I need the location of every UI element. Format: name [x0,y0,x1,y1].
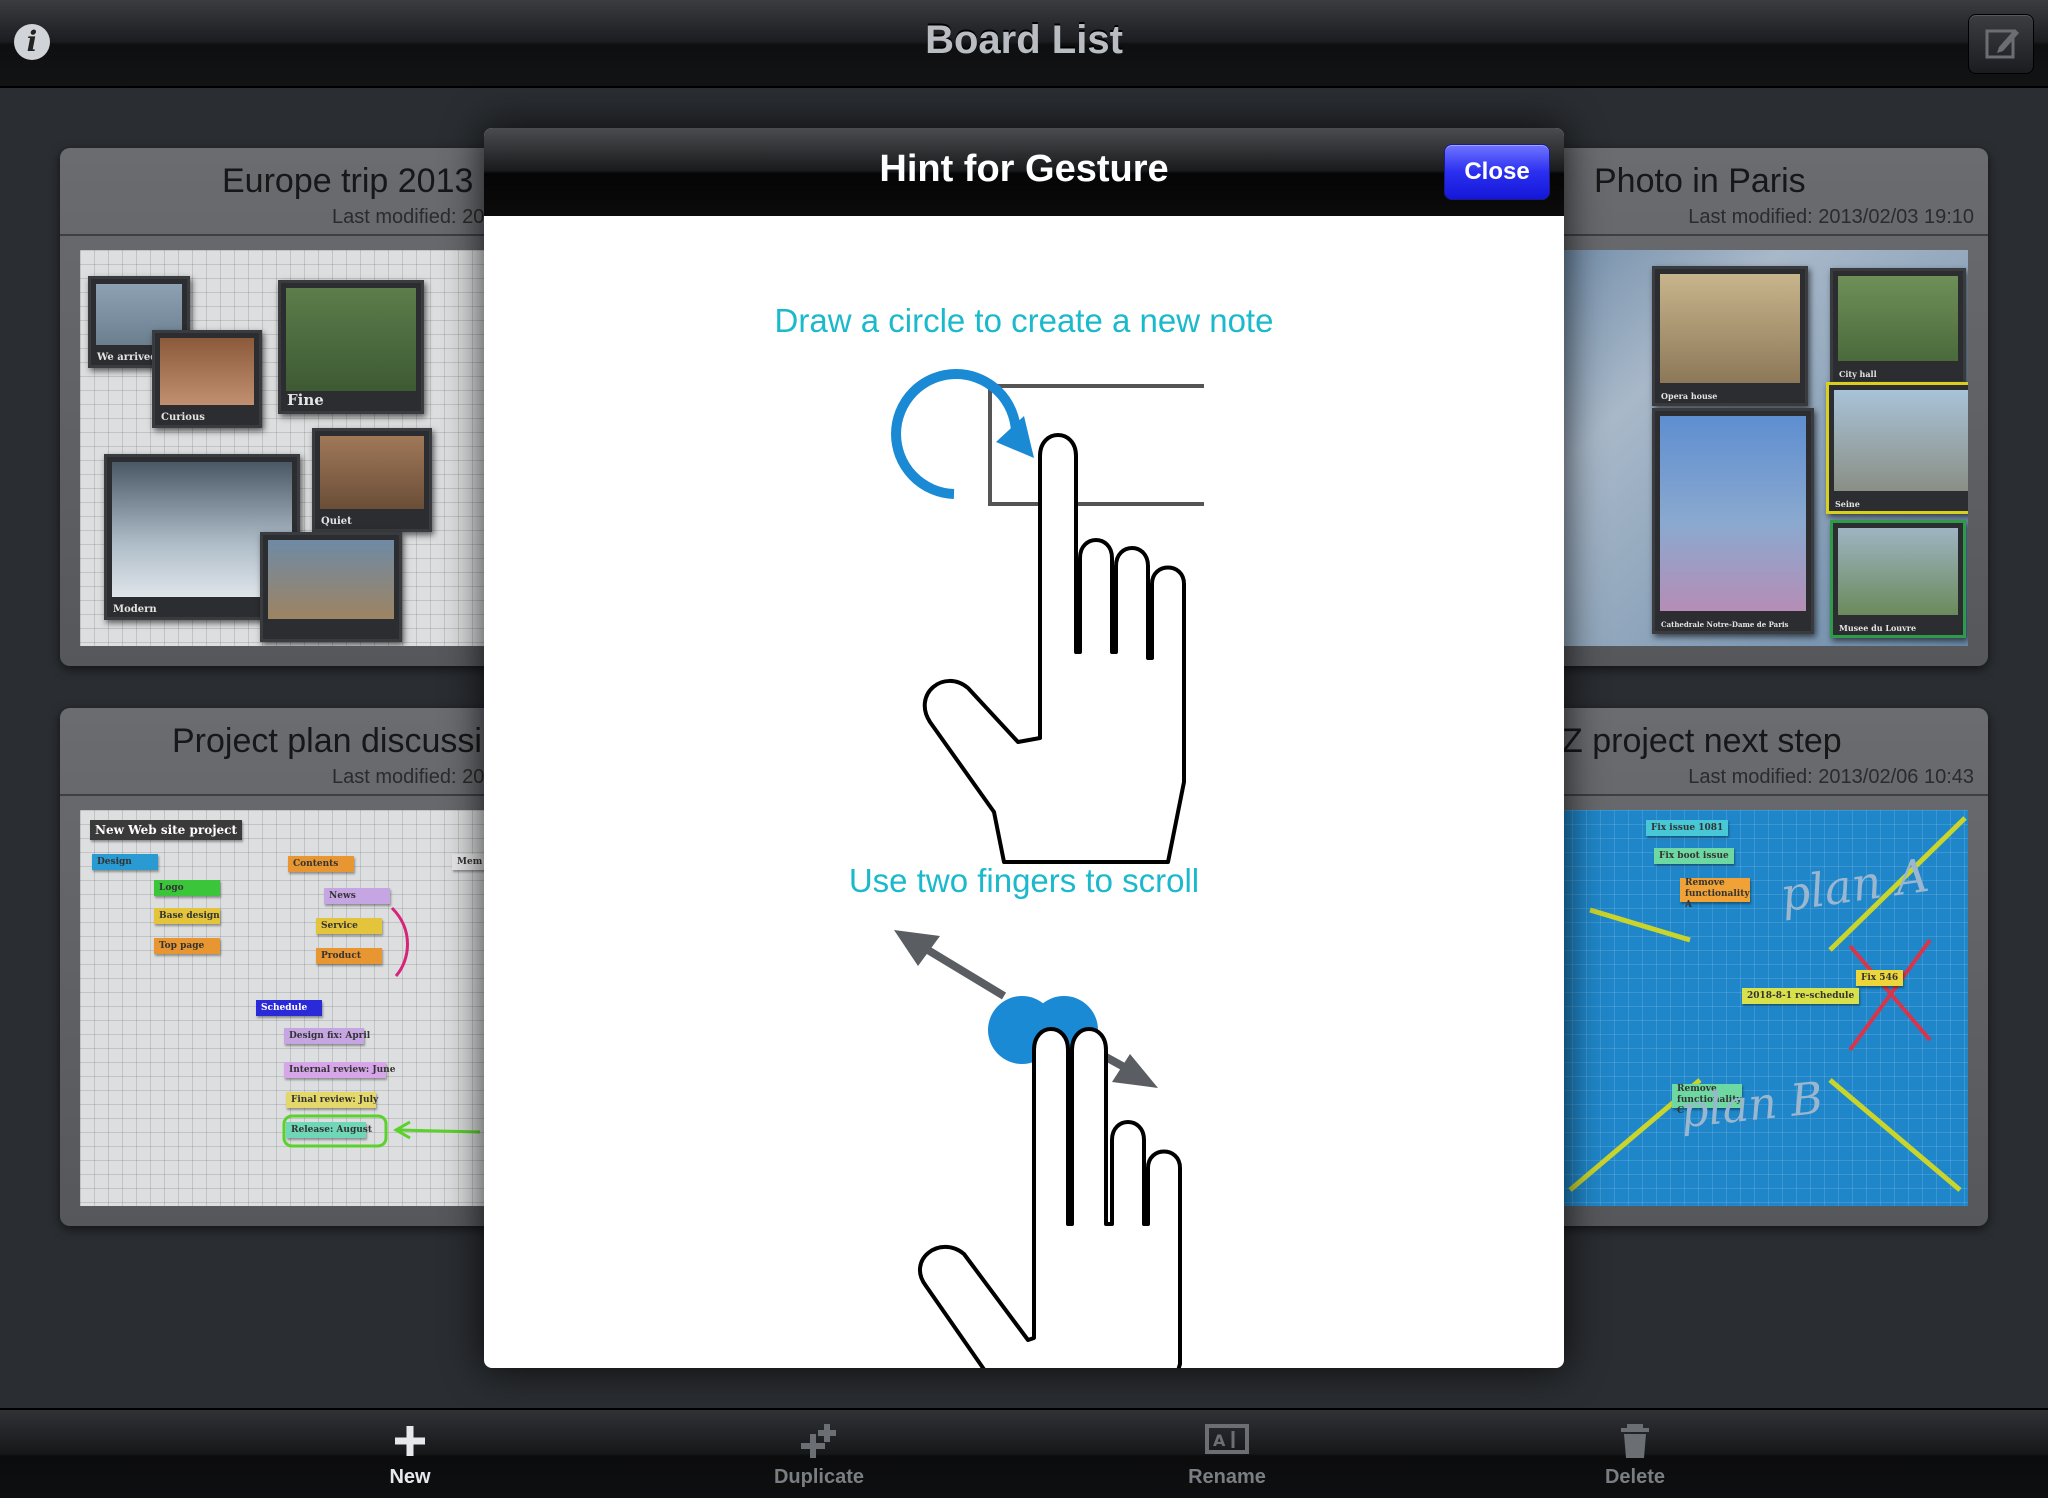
new-label: New [389,1466,431,1488]
compose-icon [1985,29,2019,59]
rename-icon: A [1205,1424,1249,1454]
rename-label: Rename [1188,1466,1266,1488]
bottom-toolbar: New Duplicate A Rename Delete [0,1408,2048,1498]
duplicate-icon [801,1424,836,1458]
compose-button[interactable] [1968,14,2034,74]
gesture-hint-dialog: Hint for Gesture Close Draw a circle to … [484,128,1564,1368]
photo-caption: Cathedrale Notre-Dame de Paris [1661,620,1789,629]
new-button[interactable]: New [310,1410,510,1498]
sticky-note: Remove functionality A [1680,878,1750,910]
board-title: Z project next step [1562,722,1842,760]
two-finger-scroll-illustration [894,930,1182,1368]
photo-caption: Modern [113,604,157,615]
photo-caption: Opera house [1661,391,1718,401]
photo-caption: Fine [287,391,324,409]
delete-label: Delete [1604,1466,1666,1488]
circle-gesture-illustration [891,369,1204,864]
photo-caption: City hall [1839,369,1877,379]
board-title: Europe trip 2013 [222,162,474,200]
dialog-header: Hint for Gesture Close [484,128,1564,216]
board-title: Project plan discussi [172,722,482,760]
photo-caption: Quiet [321,516,352,527]
photo-caption: Musee du Louvre [1839,623,1917,633]
photo-caption: Curious [161,412,205,423]
photo-card: Seine [1826,382,1968,514]
photo-card [260,532,402,642]
sticky-note: Fix 546 [1856,970,1904,986]
trash-icon [1621,1424,1649,1458]
close-button[interactable]: Close [1444,144,1550,200]
photo-card: Quiet [312,428,432,532]
photo-card: Fine [278,280,424,414]
rename-button[interactable]: A Rename [1127,1410,1327,1498]
photo-card: Cathedrale Notre-Dame de Paris [1652,408,1814,634]
board-last-modified: Last modified: 20 [332,206,485,228]
board-last-modified: Last modified: 20 [332,766,485,788]
svg-text:A: A [1213,1431,1226,1450]
sticky-note: Fix issue 1081 [1646,820,1729,836]
plus-icon [395,1426,425,1456]
photo-caption: Seine [1835,499,1860,509]
board-last-modified: Last modified: 2013/02/03 19:10 [1688,206,1974,228]
hint-draw-circle-text: Draw a circle to create a new note [774,302,1274,339]
dialog-title: Hint for Gesture [879,148,1169,190]
sticky-note: 2018-8-1 re-schedule [1742,988,1860,1004]
page-title: Board List [925,18,1123,62]
board-title: Photo in Paris [1594,162,1806,200]
duplicate-label: Duplicate [773,1466,865,1488]
photo-card: Curious [152,330,262,428]
duplicate-button[interactable]: Duplicate [719,1410,919,1498]
board-last-modified: Last modified: 2013/02/06 10:43 [1688,766,1974,788]
sticky-note: Fix boot issue [1654,848,1734,864]
photo-card: Opera house [1652,266,1808,406]
hint-two-finger-text: Use two fingers to scroll [848,862,1200,899]
photo-card: City hall [1830,268,1966,384]
photo-card: Musee du Louvre [1830,520,1966,638]
delete-button[interactable]: Delete [1535,1410,1735,1498]
navigation-bar: i Board List [0,0,2048,88]
